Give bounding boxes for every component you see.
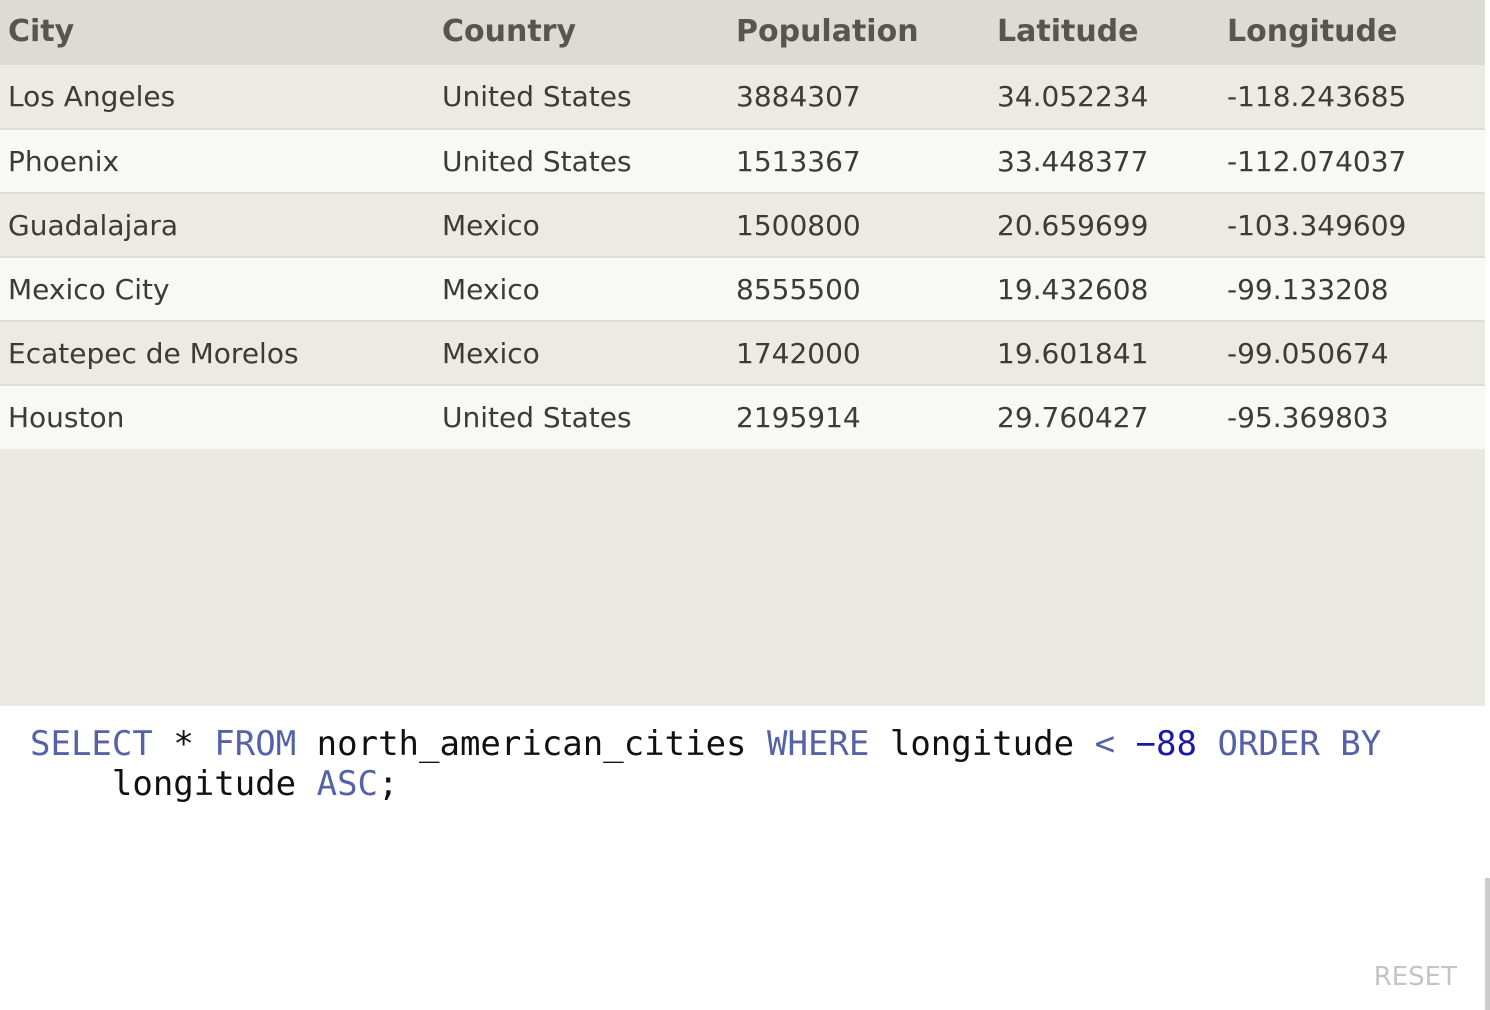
cell-country: Mexico (434, 321, 728, 386)
cell-population: 1513367 (728, 129, 989, 194)
sql-star: * (173, 724, 194, 764)
results-table: City Country Population Latitude Longitu… (0, 0, 1485, 449)
table-row: Mexico City Mexico 8555500 19.432608 -99… (0, 257, 1485, 322)
results-panel: City Country Population Latitude Longitu… (0, 0, 1485, 706)
reset-button[interactable]: RESET (1374, 962, 1457, 992)
column-header-latitude: Latitude (997, 14, 1139, 49)
cell-latitude: 33.448377 (989, 129, 1219, 194)
cell-country: Mexico (434, 193, 728, 258)
cell-latitude: 19.432608 (989, 257, 1219, 322)
cell-longitude: -99.050674 (1219, 321, 1485, 386)
cell-city: Ecatepec de Morelos (0, 321, 434, 386)
cell-longitude: -99.133208 (1219, 257, 1485, 322)
cell-city: Mexico City (0, 257, 434, 322)
table-row: Guadalajara Mexico 1500800 20.659699 -10… (0, 193, 1485, 258)
sql-keyword-order-by: ORDER BY (1217, 724, 1382, 764)
cell-country: United States (434, 65, 728, 130)
cell-longitude: -103.349609 (1219, 193, 1485, 258)
column-header-city: City (8, 14, 75, 49)
table-row: Phoenix United States 1513367 33.448377 … (0, 129, 1485, 194)
cell-country: Mexico (434, 257, 728, 322)
cell-latitude: 29.760427 (997, 401, 1149, 434)
cell-city: Houston (8, 401, 125, 434)
cell-city: Guadalajara (0, 193, 434, 258)
column-header-population: Population (736, 14, 919, 49)
cell-latitude: 34.052234 (989, 65, 1219, 130)
cell-city: Los Angeles (0, 65, 434, 130)
column-header-longitude: Longitude (1227, 14, 1398, 49)
cell-population: 1500800 (728, 193, 989, 258)
table-header-row: City Country Population Latitude Longitu… (0, 0, 1485, 65)
cell-country: United States (442, 401, 632, 434)
sql-keyword-from: FROM (214, 724, 297, 764)
table-row: Houston United States 2195914 29.760427 … (0, 385, 1485, 449)
cell-latitude: 19.601841 (989, 321, 1219, 386)
sql-column-name: longitude (889, 724, 1075, 764)
sql-keyword-asc: ASC (316, 764, 379, 804)
cell-longitude: -112.074037 (1219, 129, 1485, 194)
cell-latitude: 20.659699 (989, 193, 1219, 258)
cell-population: 3884307 (728, 65, 989, 130)
sql-editor[interactable]: SELECT * FROM north_american_cities WHER… (0, 706, 1485, 1010)
sql-number: −88 (1135, 724, 1197, 764)
column-header-country: Country (442, 14, 577, 49)
sql-keyword-select: SELECT (30, 724, 153, 764)
sql-column-name: longitude (111, 764, 297, 804)
cell-longitude: -95.369803 (1227, 401, 1389, 434)
sql-table-name: north_american_cities (316, 724, 747, 764)
cell-population: 1742000 (728, 321, 989, 386)
table-row: Ecatepec de Morelos Mexico 1742000 19.60… (0, 321, 1485, 386)
sql-operator: < (1094, 724, 1116, 764)
cell-population: 8555500 (728, 257, 989, 322)
sql-query-text[interactable]: SELECT * FROM north_american_cities WHER… (30, 724, 1450, 804)
cell-country: United States (434, 129, 728, 194)
sql-semicolon: ; (378, 764, 399, 804)
cell-longitude: -118.243685 (1219, 65, 1485, 130)
scrollbar-edge (1485, 878, 1490, 1010)
table-row: Los Angeles United States 3884307 34.052… (0, 65, 1485, 130)
cell-city: Phoenix (0, 129, 434, 194)
cell-population: 2195914 (736, 401, 861, 434)
sql-keyword-where: WHERE (767, 724, 870, 764)
